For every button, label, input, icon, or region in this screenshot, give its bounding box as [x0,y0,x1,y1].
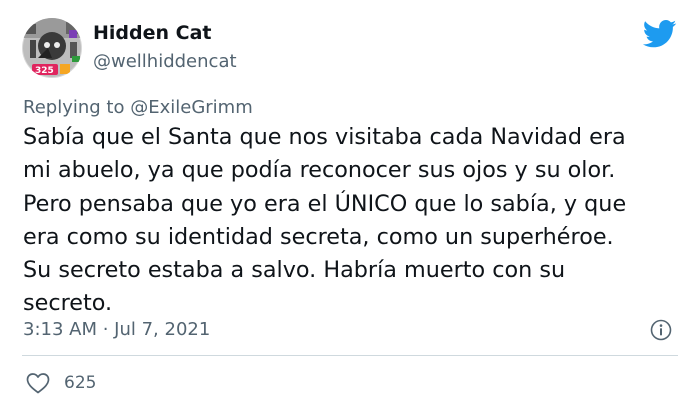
tweet-text: Sabía que el Santa que nos visitaba cada… [23,121,683,321]
display-name[interactable]: Hidden Cat [93,22,212,44]
tweet-card: 325 Hidden Cat @wellhiddencat Replying t… [0,0,700,411]
tweet-text-line: secreto. [23,290,113,317]
tweet-text-line: Pero pensaba que yo era el ÚNICO que lo … [23,190,627,217]
avatar-badge: 325 [35,66,54,76]
info-icon[interactable] [650,319,672,341]
heart-icon[interactable] [25,371,51,395]
divider [22,355,678,356]
tweet-text-line: era como su identidad secreta, como un s… [23,223,614,250]
like-count: 625 [64,373,97,393]
user-handle[interactable]: @wellhiddencat [93,51,237,72]
replying-to: Replying to @ExileGrimm [23,97,253,118]
twitter-bird-icon[interactable] [643,20,677,48]
reply-handle-link[interactable]: @ExileGrimm [130,97,253,118]
avatar[interactable]: 325 [22,18,82,78]
tweet-timestamp[interactable]: 3:13 AM · Jul 7, 2021 [23,319,210,340]
replying-to-label: Replying to [23,97,125,118]
tweet-text-line: Su secreto estaba a salvo. Habría muerto… [23,257,566,284]
tweet-text-line: mi abuelo, ya que podía reconocer sus oj… [23,157,616,184]
tweet-text-line: Sabía que el Santa que nos visitaba cada… [23,124,626,150]
avatar-image: 325 [22,18,82,78]
